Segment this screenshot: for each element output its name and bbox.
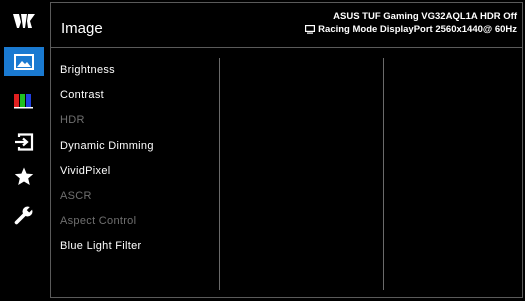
star-icon	[14, 167, 34, 185]
sidebar	[0, 0, 48, 301]
input-select-icon	[15, 132, 34, 151]
sidebar-item-color[interactable]	[4, 86, 44, 115]
tuf-logo-icon	[4, 6, 44, 35]
status-info: Racing Mode DisplayPort 2560x1440@ 60Hz	[305, 24, 517, 35]
menu-item-blue-light-filter[interactable]: Blue Light Filter	[60, 240, 142, 252]
sidebar-item-settings[interactable]	[4, 200, 44, 229]
monitor-icon	[305, 25, 316, 34]
status-text: Racing Mode DisplayPort 2560x1440@ 60Hz	[318, 24, 517, 35]
menu-item-ascr: ASCR	[60, 190, 92, 202]
color-icon	[14, 93, 33, 108]
sidebar-item-favorites[interactable]	[4, 162, 44, 191]
menu-item-hdr: HDR	[60, 114, 85, 126]
osd-window: Image ASUS TUF Gaming VG32AQL1A HDR Off …	[0, 0, 525, 301]
sidebar-item-image[interactable]	[4, 47, 44, 76]
page-title: Image	[61, 20, 103, 37]
image-icon	[14, 53, 34, 70]
menu-item-brightness[interactable]: Brightness	[60, 64, 115, 76]
menu-item-contrast[interactable]: Contrast	[60, 89, 104, 101]
wrench-icon	[14, 206, 33, 224]
menu-item-vividpixel[interactable]: VividPixel	[60, 165, 111, 177]
model-info: ASUS TUF Gaming VG32AQL1A HDR Off	[333, 11, 517, 22]
column-divider	[219, 58, 220, 290]
menu-item-dynamic-dimming[interactable]: Dynamic Dimming	[60, 140, 154, 152]
sidebar-item-input-select[interactable]	[4, 127, 44, 156]
menu-item-aspect-control: Aspect Control	[60, 215, 137, 227]
column-divider	[383, 58, 384, 290]
